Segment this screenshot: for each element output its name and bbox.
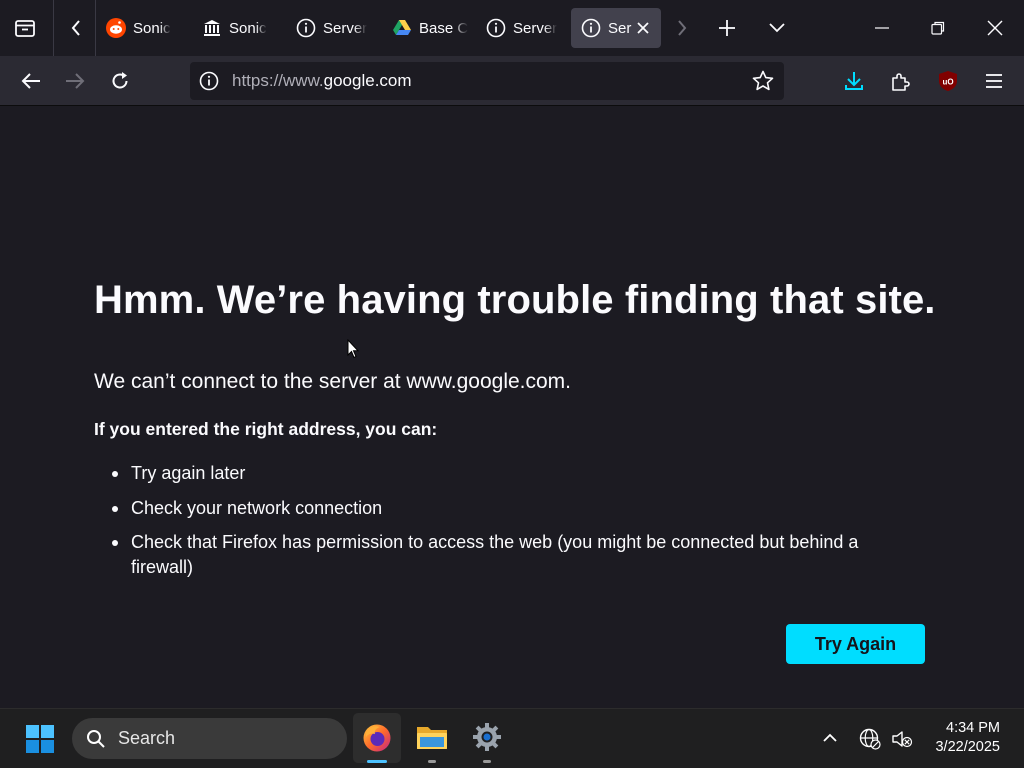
tab-label: Ser (608, 19, 632, 37)
tab-label: Server (513, 19, 558, 37)
tab-sonic-museum[interactable]: Sonic (192, 8, 280, 48)
info-icon (581, 18, 601, 38)
suggestion-item: Check that Firefox has permission to acc… (112, 530, 901, 580)
museum-icon (202, 18, 222, 38)
tab-label: Server (323, 19, 368, 37)
address-bar[interactable]: https://www.google.com (190, 62, 784, 100)
scroll-tabs-left-icon[interactable] (64, 16, 88, 40)
extensions-puzzle-icon[interactable] (886, 67, 914, 95)
suggestion-list: Try again later Check your network conne… (112, 461, 901, 590)
windows-start-icon[interactable] (24, 723, 56, 755)
tab-server-active[interactable]: Ser (571, 8, 661, 48)
site-info-icon[interactable] (199, 71, 219, 91)
tab-server-2[interactable]: Server (476, 8, 566, 48)
clock-date: 3/22/2025 (935, 739, 1000, 755)
error-page: Hmm. We’re having trouble finding that s… (0, 106, 1024, 708)
info-icon (486, 18, 506, 38)
svg-text:uO: uO (942, 78, 953, 87)
forward-arrow-icon[interactable] (61, 67, 89, 95)
mouse-cursor-icon (347, 338, 360, 364)
tab-label: Sonic (133, 19, 171, 37)
tabstrip-divider (53, 0, 54, 56)
firefox-taskbar-icon[interactable] (353, 713, 401, 763)
error-subtitle: We can’t connect to the server at www.go… (94, 370, 572, 393)
error-title: Hmm. We’re having trouble finding that s… (94, 278, 936, 322)
error-lead-text: If you entered the right address, you ca… (94, 419, 438, 439)
downloads-icon[interactable] (840, 67, 868, 95)
settings-running-indicator (483, 760, 491, 763)
explorer-running-indicator (428, 760, 436, 763)
file-explorer-icon[interactable] (410, 715, 454, 759)
suggestion-item: Check your network connection (112, 496, 901, 521)
tab-server-1[interactable]: Server (286, 8, 376, 48)
taskbar-clock[interactable]: 4:34 PM 3/22/2025 (935, 719, 1000, 757)
tab-label: Sonic (229, 19, 267, 37)
network-globe-icon[interactable] (857, 726, 883, 752)
tab-sonic-reddit[interactable]: Sonic (96, 8, 186, 48)
tab-label: Base C (419, 19, 469, 37)
suggestion-item: Try again later (112, 461, 901, 486)
scroll-tabs-right-icon[interactable] (670, 16, 694, 40)
tab-strip: Sonic Sonic Server Base C Server Ser (0, 0, 1024, 56)
taskbar-search-box[interactable]: Search (72, 718, 347, 759)
search-placeholder: Search (118, 728, 176, 748)
new-tab-icon[interactable] (714, 15, 740, 41)
navigation-toolbar: https://www.google.com uO (0, 56, 1024, 106)
volume-muted-icon[interactable] (889, 726, 915, 752)
url-text[interactable]: https://www.google.com (232, 71, 412, 91)
bookmark-star-icon[interactable] (752, 70, 774, 92)
close-window-icon[interactable] (981, 14, 1009, 42)
minimize-icon[interactable] (868, 14, 896, 42)
reload-icon[interactable] (106, 67, 134, 95)
show-hidden-icons-chevron-icon[interactable] (818, 726, 842, 750)
list-all-tabs-icon[interactable] (764, 15, 790, 41)
tab-base-drive[interactable]: Base C (382, 8, 470, 48)
back-arrow-icon[interactable] (17, 67, 45, 95)
close-tab-icon[interactable] (633, 18, 653, 38)
ublock-origin-icon[interactable]: uO (934, 67, 962, 95)
search-icon (86, 729, 106, 749)
reddit-icon (106, 18, 126, 38)
restore-icon[interactable] (924, 14, 952, 42)
windows-taskbar: Search 4:34 PM 3/22/2025 (0, 708, 1024, 768)
info-icon (296, 18, 316, 38)
try-again-button[interactable]: Try Again (786, 624, 925, 664)
firefox-view-icon[interactable] (10, 14, 40, 42)
google-drive-icon (392, 18, 412, 38)
clock-time: 4:34 PM (946, 720, 1000, 736)
url-host: google.com (323, 71, 412, 90)
hamburger-menu-icon[interactable] (980, 67, 1008, 95)
settings-gear-icon[interactable] (465, 715, 509, 759)
firefox-active-indicator (367, 760, 387, 763)
url-prefix: https://www. (232, 71, 324, 90)
